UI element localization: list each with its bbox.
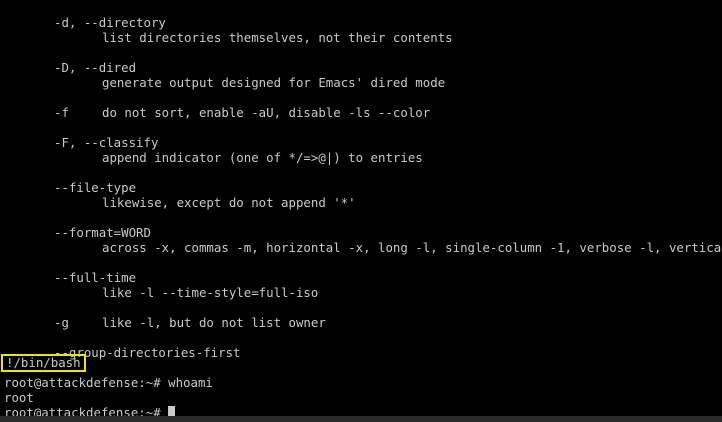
option-directory-desc: list directories themselves, not their c… (102, 30, 453, 45)
option-classify-desc: append indicator (one of */=>@|) to entr… (102, 150, 423, 165)
option-f-desc: do not sort, enable -aU, disable -ls --c… (102, 105, 431, 120)
window-bottom-border (0, 416, 722, 422)
option-full-time-flag: --full-time (54, 270, 137, 285)
option-g-flag: -g (54, 315, 69, 330)
option-directory-flag: -d, --directory (54, 15, 166, 30)
shell-command-line: root@attackdefense:~# whoami (0, 375, 722, 390)
option-group-directories-first-flag: --group-directories-first (54, 345, 241, 360)
shell-current-prompt: root@attackdefense:~# (4, 405, 161, 416)
option-file-type-desc: likewise, except do not append '*' (102, 195, 356, 210)
shell-prompt: root@attackdefense:~# (4, 375, 161, 390)
cursor-block (168, 406, 176, 416)
option-file-type-flag: --file-type (54, 180, 137, 195)
pager-command-highlight: !/bin/bash (1, 354, 86, 372)
option-classify-flag: -F, --classify (54, 135, 159, 150)
option-g-desc: like -l, but do not list owner (102, 315, 326, 330)
terminal-window[interactable]: -d, --directory list directories themsel… (0, 0, 722, 416)
option-f-row: -f do not sort, enable -aU, disable -ls -… (0, 105, 722, 120)
option-dired-flag: -D, --dired (54, 60, 137, 75)
shell-command: whoami (168, 375, 213, 390)
option-f-flag: -f (54, 105, 69, 120)
shell-output: root (4, 390, 34, 405)
shell-input-line[interactable]: root@attackdefense:~# (0, 405, 722, 416)
pager-status-line (0, 360, 722, 375)
option-dired-desc: generate output designed for Emacs' dire… (102, 75, 446, 90)
option-format-flag: --format=WORD (54, 225, 151, 240)
option-full-time-desc: like -l --time-style=full-iso (102, 285, 319, 300)
option-g-row: -g like -l, but do not list owner (0, 315, 722, 330)
option-format-desc: across -x, commas -m, horizontal -x, lon… (102, 240, 722, 255)
